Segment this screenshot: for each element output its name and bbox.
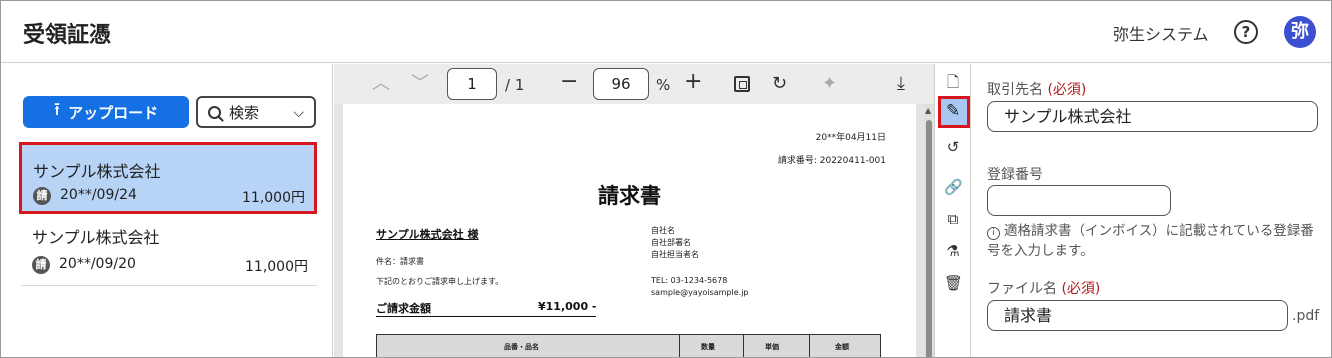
- copy-icon[interactable]: ⧉: [944, 210, 962, 228]
- chevron-up-icon[interactable]: ︿: [372, 72, 390, 96]
- search-icon: [208, 105, 221, 119]
- link-icon[interactable]: 🔗: [944, 178, 963, 196]
- avatar[interactable]: 弥: [1284, 16, 1316, 48]
- pdf-viewer: ︿ ﹀ 1 / 1 − 96 % + ↻ ✦ ⤓ 20**年04月11日 請求番…: [334, 64, 934, 357]
- table-header: 単価: [765, 343, 779, 351]
- invoice-badge-icon: 請: [33, 187, 51, 205]
- table-header: 数量: [701, 343, 715, 351]
- list-item-name: サンプル株式会社: [32, 228, 160, 247]
- search-label: 検索: [229, 104, 260, 122]
- pencil-icon: ✎: [946, 101, 961, 121]
- doc-note: 下記のとおりご請求申し上げます。: [376, 277, 504, 286]
- list-item-selected[interactable]: サンプル株式会社 請 20**/09/24 11,000円: [19, 142, 317, 214]
- info-icon: i: [987, 227, 1000, 240]
- registration-hint: i 適格請求書（インボイス）に記載されている登録番号を入力します。: [987, 221, 1322, 261]
- scroll-up-icon[interactable]: ▲: [925, 106, 931, 115]
- partner-label-text: 取引先名: [987, 82, 1043, 98]
- chevron-down-icon: ⌵: [293, 103, 304, 120]
- filename-input[interactable]: 請求書: [987, 300, 1288, 331]
- upload-icon: ⭱: [53, 99, 61, 119]
- page-number-input[interactable]: 1: [447, 68, 497, 100]
- table-header: 品番・品名: [504, 343, 539, 351]
- split-icon[interactable]: ⚗: [944, 242, 962, 260]
- list-item-name: サンプル株式会社: [33, 162, 161, 181]
- zoom-input[interactable]: 96: [593, 68, 649, 100]
- zoom-unit: %: [656, 76, 671, 94]
- doc-subject: 件名：請求書: [376, 257, 424, 266]
- divider: [679, 335, 680, 357]
- zoom-in-icon[interactable]: +: [684, 70, 702, 94]
- metadata-form: 取引先名 (必須) サンプル株式会社 登録番号 i 適格請求書（インボイス）に記載…: [972, 64, 1331, 357]
- document-page: 20**年04月11日 請求番号: 20220411-001 請求書 サンプル株…: [343, 104, 916, 357]
- registration-label: 登録番号: [987, 167, 1043, 183]
- list-item-date: 20**/09/20: [59, 256, 136, 272]
- list-item-date: 20**/09/24: [60, 187, 137, 203]
- trash-icon[interactable]: 🗑: [944, 274, 963, 292]
- app-window: 受領証憑 弥生システム ? 弥 ⭱ アップロード 検索 ⌵ サンプル株式会社 請…: [0, 0, 1332, 358]
- viewer-toolbar: ︿ ﹀ 1 / 1 − 96 % + ↻ ✦ ⤓: [334, 64, 934, 104]
- required-marker: (必須): [1061, 281, 1101, 297]
- chevron-down-icon[interactable]: ﹀: [411, 72, 429, 96]
- list-item-amount: 11,000円: [242, 190, 305, 206]
- contact-tel: TEL: 03-1234-5678: [651, 276, 728, 285]
- divider: [376, 316, 596, 317]
- page-title: 受領証憑: [23, 23, 112, 48]
- divider: [809, 335, 810, 357]
- doc-client: サンプル株式会社 様: [376, 228, 479, 241]
- filename-label-text: ファイル名: [987, 281, 1057, 297]
- doc-items-table: 品番・品名 数量 単価 金額: [376, 334, 881, 357]
- registration-number-input[interactable]: [987, 185, 1171, 216]
- list-item-amount: 11,000円: [245, 259, 308, 275]
- invoice-badge-icon: 請: [32, 256, 50, 274]
- document-icon[interactable]: 🗋: [944, 72, 962, 97]
- doc-total-label: ご請求金額: [376, 302, 431, 315]
- sender-person: 自社担当者名: [651, 250, 699, 259]
- download-icon[interactable]: ⤓: [897, 72, 905, 96]
- doc-total-value: ¥11,000 -: [538, 300, 597, 313]
- header: 受領証憑 弥生システム ? 弥: [1, 1, 1331, 63]
- doc-date: 20**年04月11日: [815, 133, 886, 143]
- zoom-out-icon[interactable]: −: [560, 70, 578, 94]
- fit-page-icon[interactable]: [734, 76, 750, 92]
- doc-contact: TEL: 03-1234-5678 sample@yayoisample.jp: [651, 275, 749, 299]
- history-icon[interactable]: ↺: [944, 138, 962, 156]
- help-icon[interactable]: ?: [1234, 20, 1258, 44]
- tool-rail: 🗋 ✎ ↺ 🔗 ⧉ ⚗ 🗑: [934, 64, 971, 357]
- doc-sender: 自社名 自社部署名 自社担当者名: [651, 225, 699, 261]
- required-marker: (必須): [1047, 82, 1087, 98]
- magic-wand-icon[interactable]: ✦: [822, 72, 837, 96]
- filename-label: ファイル名 (必須): [987, 278, 1100, 298]
- partner-label: 取引先名 (必須): [987, 79, 1086, 99]
- registration-hint-text: 適格請求書（インボイス）に記載されている登録番号を入力します。: [987, 223, 1314, 259]
- upload-label: アップロード: [68, 104, 159, 122]
- search-button[interactable]: 検索 ⌵: [196, 96, 316, 128]
- rotate-icon[interactable]: ↻: [772, 72, 787, 96]
- list-item[interactable]: サンプル株式会社 請 20**/09/20 11,000円: [21, 214, 317, 286]
- filename-extension: .pdf: [1292, 308, 1320, 324]
- scrollbar-thumb[interactable]: [926, 120, 932, 357]
- divider: [743, 335, 744, 357]
- sender-name: 自社名: [651, 226, 675, 235]
- document-list-pane: ⭱ アップロード 検索 ⌵ サンプル株式会社 請 20**/09/24 11,0…: [1, 64, 333, 357]
- edit-tab[interactable]: ✎: [938, 96, 970, 128]
- partner-name-input[interactable]: サンプル株式会社: [987, 101, 1318, 132]
- sender-dept: 自社部署名: [651, 238, 691, 247]
- doc-title: 請求書: [598, 184, 661, 208]
- page-total: / 1: [505, 76, 525, 94]
- contact-email: sample@yayoisample.jp: [651, 288, 749, 297]
- doc-number: 請求番号: 20220411-001: [777, 156, 886, 166]
- table-header: 金額: [835, 343, 849, 351]
- upload-button[interactable]: ⭱ アップロード: [23, 96, 189, 128]
- company-name[interactable]: 弥生システム: [1113, 21, 1209, 45]
